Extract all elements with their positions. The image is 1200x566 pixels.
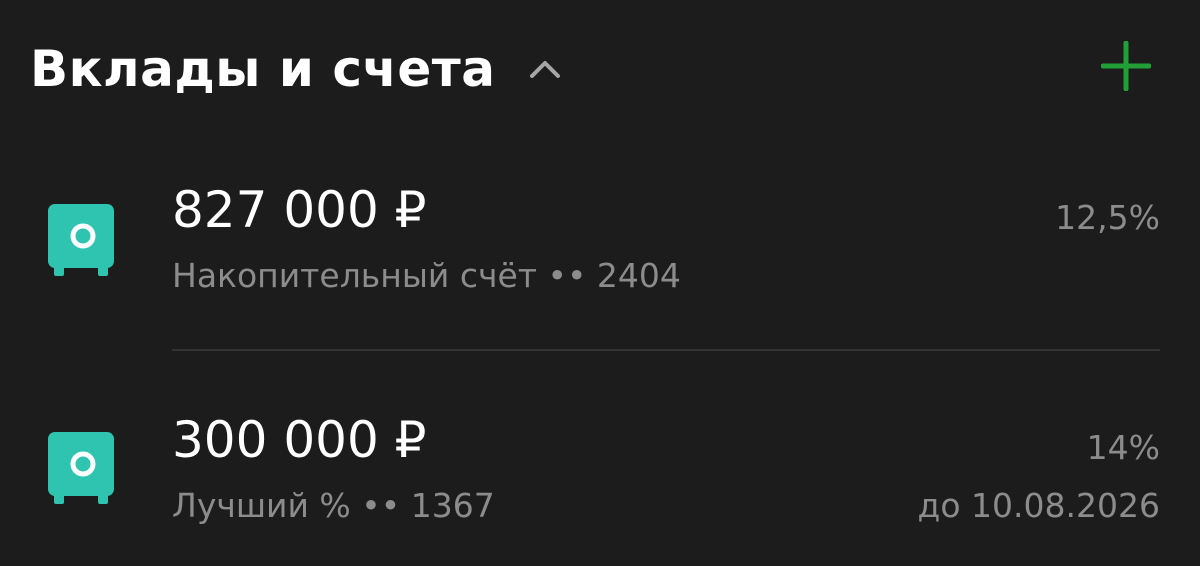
safe-icon xyxy=(48,204,114,276)
account-number: 1367 xyxy=(410,486,495,525)
deposits-and-accounts-section: Вклады и счета 827 000 ₽ Накопительный с… xyxy=(0,0,1200,566)
account-rate: 14% xyxy=(1086,428,1160,467)
account-name: Накопительный счёт xyxy=(172,256,537,295)
chevron-up-icon[interactable] xyxy=(525,49,565,89)
account-subtitle: Накопительный счёт •• 2404 xyxy=(172,254,681,298)
safe-icon xyxy=(48,432,114,504)
section-header[interactable]: Вклады и счета xyxy=(30,34,565,104)
add-account-button[interactable] xyxy=(1094,36,1158,100)
account-row-savings[interactable]: 827 000 ₽ Накопительный счёт •• 2404 12,… xyxy=(0,170,1200,320)
account-maturity-date: до 10.08.2026 xyxy=(917,486,1160,525)
account-number: 2404 xyxy=(596,256,681,295)
plus-icon xyxy=(1100,40,1152,95)
divider xyxy=(172,349,1160,351)
account-separator: •• xyxy=(361,486,401,525)
account-amount: 300 000 ₽ xyxy=(172,411,427,469)
account-separator: •• xyxy=(547,256,587,295)
account-amount: 827 000 ₽ xyxy=(172,181,427,239)
account-name: Лучший % xyxy=(172,486,351,525)
section-title: Вклады и счета xyxy=(30,40,496,98)
account-rate: 12,5% xyxy=(1055,198,1160,237)
account-row-deposit[interactable]: 300 000 ₽ Лучший % •• 1367 14% до 10.08.… xyxy=(0,400,1200,550)
account-subtitle: Лучший % •• 1367 xyxy=(172,484,495,528)
